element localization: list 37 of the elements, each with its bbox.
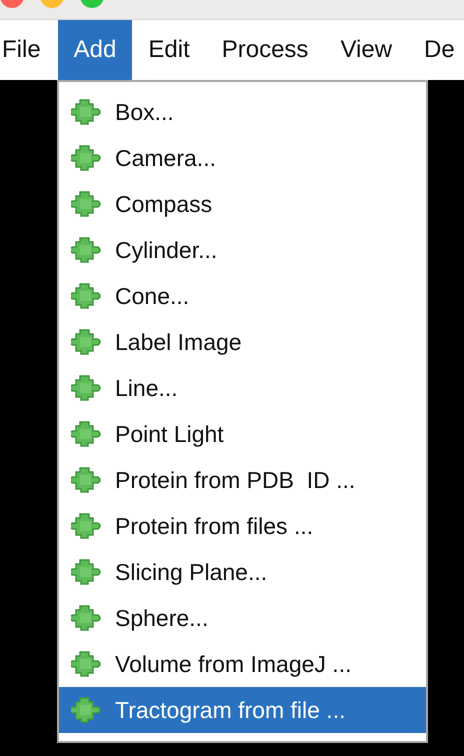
menu-option[interactable]: Protein from PDB ID ... [59, 457, 426, 503]
menu-item[interactable]: View [324, 20, 408, 80]
menu-item[interactable]: Add [58, 20, 132, 80]
menu-option[interactable]: Line... [59, 365, 426, 411]
menu-option[interactable]: Protein from files ... [59, 503, 426, 549]
menu-item[interactable]: Edit [132, 20, 206, 80]
menu-item[interactable]: File [0, 20, 58, 80]
puzzle-icon [71, 373, 101, 403]
menu-option[interactable]: Volume from ImageJ ... [59, 641, 426, 687]
puzzle-icon [71, 419, 101, 449]
puzzle-icon [71, 143, 101, 173]
puzzle-icon [71, 189, 101, 219]
puzzle-icon [71, 649, 101, 679]
puzzle-icon [71, 695, 101, 725]
menu-option[interactable]: Slicing Plane... [59, 549, 426, 595]
menu-option[interactable]: Camera... [59, 135, 426, 181]
puzzle-icon [71, 465, 101, 495]
puzzle-icon [71, 511, 101, 541]
puzzle-icon [71, 603, 101, 633]
menu-option[interactable]: Cylinder... [59, 227, 426, 273]
puzzle-icon [71, 97, 101, 127]
menu-option[interactable]: Tractogram from file ... [59, 687, 426, 733]
menu-option[interactable]: Sphere... [59, 595, 426, 641]
menu-option[interactable]: Compass [59, 181, 426, 227]
menu-option[interactable]: Cone... [59, 273, 426, 319]
puzzle-icon [71, 281, 101, 311]
menu-item[interactable]: De [408, 20, 464, 80]
menu-option[interactable]: Point Light [59, 411, 426, 457]
puzzle-icon [71, 557, 101, 587]
zoom-icon[interactable] [80, 0, 104, 8]
puzzle-icon [71, 327, 101, 357]
puzzle-icon [71, 235, 101, 265]
close-icon[interactable] [0, 0, 24, 8]
menu-option[interactable]: Box... [59, 89, 426, 135]
menu-item[interactable]: Process [206, 20, 324, 80]
menu-option[interactable]: Label Image [59, 319, 426, 365]
minimize-icon[interactable] [40, 0, 64, 8]
